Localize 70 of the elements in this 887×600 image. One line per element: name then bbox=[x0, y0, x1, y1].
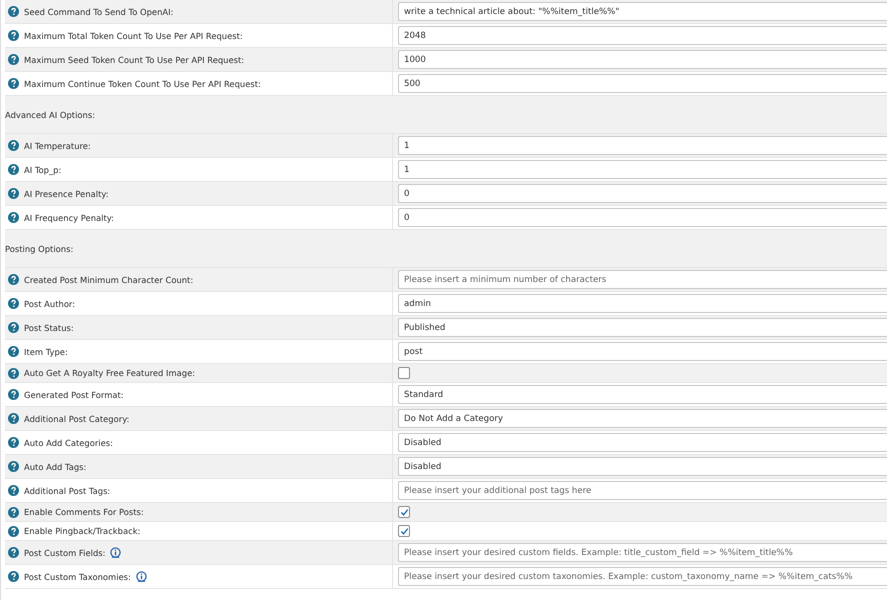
checkbox[interactable] bbox=[398, 525, 410, 537]
info-icon[interactable] bbox=[136, 571, 147, 582]
text-field[interactable]: 500 bbox=[398, 74, 887, 93]
option-label: Created Post Minimum Character Count: bbox=[24, 274, 194, 284]
text-field[interactable]: Please insert a minimum number of characters bbox=[398, 270, 887, 289]
text-field[interactable]: 0 bbox=[398, 184, 887, 203]
option-label: Item Type: bbox=[24, 346, 68, 356]
help-icon[interactable] bbox=[8, 78, 19, 89]
option-label: Auto Add Tags: bbox=[24, 462, 86, 472]
section-heading: Advanced AI Options: bbox=[5, 110, 96, 120]
option-label: Auto Get A Royalty Free Featured Image: bbox=[24, 368, 196, 378]
help-icon[interactable] bbox=[8, 30, 19, 41]
help-icon[interactable] bbox=[8, 6, 19, 17]
option-label: Post Author: bbox=[24, 298, 76, 308]
help-icon[interactable] bbox=[8, 140, 19, 151]
option-label: Enable Comments For Posts: bbox=[24, 507, 144, 517]
text-field[interactable]: admin bbox=[398, 294, 887, 313]
section-heading: Posting Options: bbox=[5, 244, 74, 254]
option-label: AI Temperature: bbox=[24, 140, 91, 150]
text-field[interactable]: 1 bbox=[398, 136, 887, 155]
text-field[interactable]: write a technical article about: "%%item_title%%" bbox=[398, 2, 887, 21]
option-label: Post Status: bbox=[24, 322, 74, 332]
option-label: Maximum Seed Token Count To Use Per API Request: bbox=[24, 54, 244, 64]
help-icon[interactable] bbox=[8, 368, 19, 378]
help-icon[interactable] bbox=[8, 212, 19, 223]
help-icon[interactable] bbox=[8, 461, 19, 472]
text-field[interactable]: post bbox=[398, 342, 887, 361]
option-label: Generated Post Format: bbox=[24, 390, 124, 400]
option-label: Maximum Total Token Count To Use Per API Request: bbox=[24, 30, 243, 40]
text-field[interactable]: 0 bbox=[398, 208, 887, 227]
option-label: Seed Command To Send To OpenAI: bbox=[24, 6, 174, 16]
text-field[interactable]: Disabled bbox=[398, 433, 887, 452]
help-icon[interactable] bbox=[8, 547, 19, 558]
option-label: AI Top_p: bbox=[24, 164, 62, 174]
text-field[interactable]: Disabled bbox=[398, 457, 887, 476]
text-field[interactable]: Please insert your desired custom taxonomies. Example: custom_taxonomy_name => %%item_cats%% bbox=[398, 567, 887, 586]
help-icon[interactable] bbox=[8, 164, 19, 175]
text-field[interactable]: Published bbox=[398, 318, 887, 337]
help-icon[interactable] bbox=[8, 298, 19, 309]
help-icon[interactable] bbox=[8, 506, 19, 518]
option-label: AI Presence Penalty: bbox=[24, 188, 109, 198]
text-field[interactable]: Please insert your desired custom fields. Example: title_custom_field => %%item_title%% bbox=[398, 543, 887, 562]
help-icon[interactable] bbox=[8, 54, 19, 65]
help-icon[interactable] bbox=[8, 346, 19, 357]
info-icon[interactable] bbox=[110, 547, 122, 558]
option-label: Auto Add Categories: bbox=[24, 438, 113, 448]
checkbox[interactable] bbox=[398, 367, 410, 379]
option-label: AI Frequency Penalty: bbox=[24, 212, 114, 222]
help-icon[interactable] bbox=[8, 485, 19, 496]
help-icon[interactable] bbox=[8, 389, 19, 400]
text-field[interactable]: Do Not Add a Category bbox=[398, 409, 887, 428]
option-label: Enable Pingback/Trackback: bbox=[24, 526, 140, 536]
help-icon[interactable] bbox=[8, 526, 19, 536]
text-field[interactable]: 1 bbox=[398, 160, 887, 179]
help-icon[interactable] bbox=[8, 413, 19, 424]
help-icon[interactable] bbox=[8, 188, 19, 199]
text-field[interactable]: Standard bbox=[398, 385, 887, 404]
text-field[interactable]: Please insert your additional post tags here bbox=[398, 481, 887, 500]
option-label: Post Custom Taxonomies: bbox=[24, 572, 131, 582]
checkbox[interactable] bbox=[398, 506, 410, 518]
help-icon[interactable] bbox=[8, 571, 19, 582]
option-label: Additional Post Tags: bbox=[24, 486, 110, 496]
option-label: Maximum Continue Token Count To Use Per API Request: bbox=[24, 78, 261, 88]
option-label: Additional Post Category: bbox=[24, 414, 130, 424]
help-icon[interactable] bbox=[8, 437, 19, 448]
text-field[interactable]: 1000 bbox=[398, 50, 887, 69]
help-icon[interactable] bbox=[8, 322, 19, 333]
option-label: Post Custom Fields: bbox=[24, 548, 106, 558]
text-field[interactable]: 2048 bbox=[398, 26, 887, 45]
help-icon[interactable] bbox=[8, 274, 19, 285]
